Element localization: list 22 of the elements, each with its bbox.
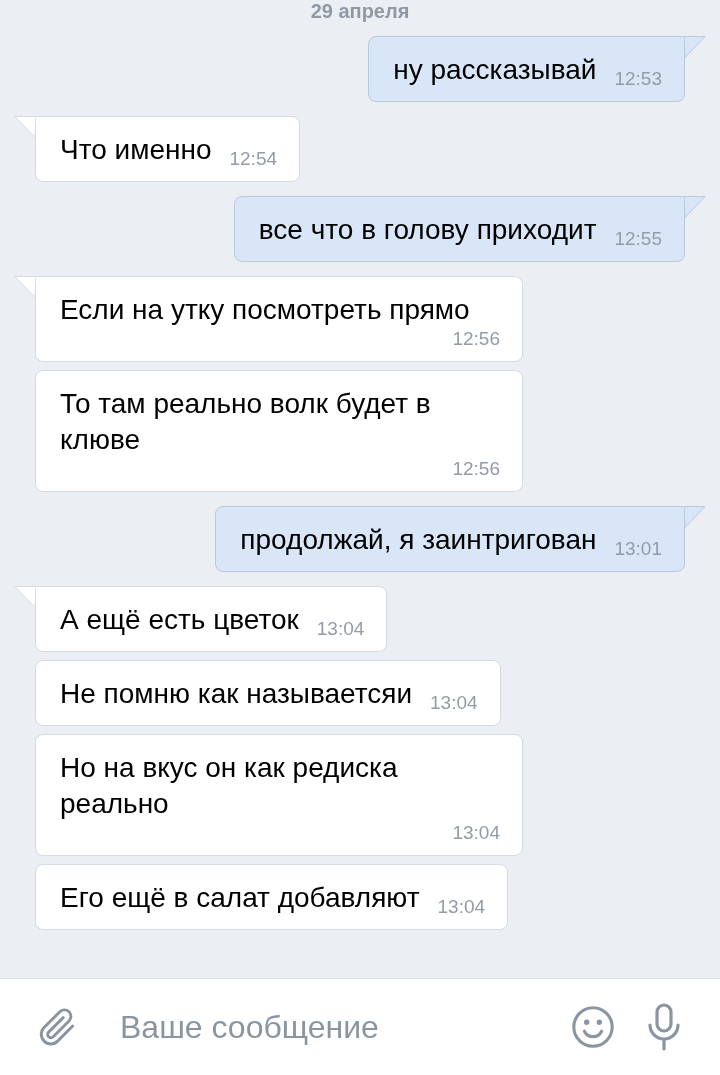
message-time: 12:55 [614, 228, 662, 250]
smiley-icon[interactable] [570, 1004, 616, 1050]
message-text: Если на утку посмотреть прямо [60, 293, 470, 327]
date-separator: 29 апреля [310, 0, 410, 23]
message-time: 12:54 [229, 148, 278, 170]
message-time: 13:04 [316, 618, 365, 640]
message-time: 12:53 [614, 68, 662, 90]
message-text: То там реально волк будет в клюве [60, 387, 432, 457]
message-text: Но на вкус он как редиска реально [60, 751, 399, 821]
message-text: ну рассказывай [393, 53, 597, 87]
message-time: 13:04 [437, 896, 486, 918]
message-text: Что именно [60, 133, 212, 167]
message-time: 13:01 [614, 538, 662, 560]
message-time: 12:56 [452, 328, 500, 350]
message-text: продолжай, я заинтригован [240, 523, 597, 557]
message-time: 13:04 [452, 822, 500, 844]
message-text: все что в голову приходит [258, 213, 597, 247]
message-time: 12:56 [452, 458, 500, 480]
message-text: Не помню как называетсяи [60, 677, 413, 711]
message-time: 13:04 [430, 692, 478, 714]
message-text: Его ещё в салат добавляют [60, 881, 420, 915]
message-text: А ещё есть цветок [60, 603, 299, 637]
